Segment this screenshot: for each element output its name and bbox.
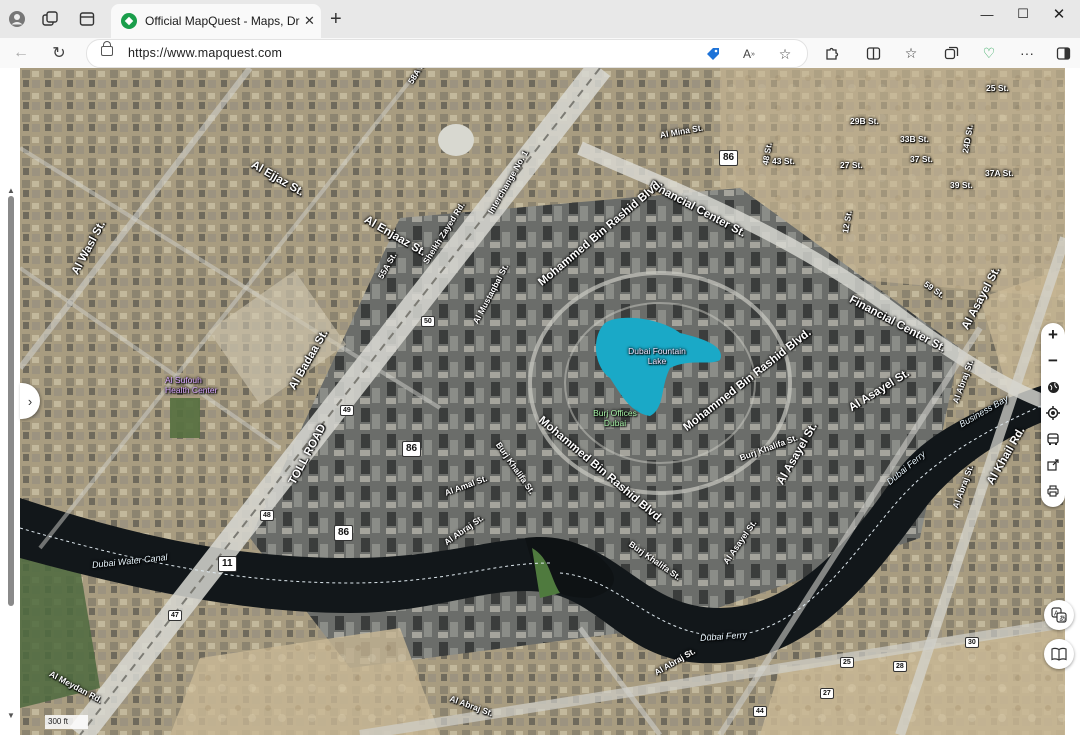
route-shield: 47 [168,610,182,621]
road-label: 37 St. [910,154,933,164]
lock-icon [101,41,113,56]
fountain-label: Dubai Fountain Lake [628,346,686,366]
road-label: 27 St. [840,160,863,170]
favorites-icon[interactable]: ☆ [899,41,923,65]
new-tab-icon[interactable]: + [330,9,342,29]
map-imagery [20,68,1065,735]
tab-title: Official MapQuest - Maps, Driving [145,14,300,28]
translate-icon[interactable]: Aあ [1044,600,1074,630]
locate-icon[interactable] [1041,401,1065,425]
route-shield: 25 [840,657,854,668]
close-tab-icon[interactable]: ✕ [304,13,315,29]
road-label: 29B St. [850,116,879,126]
scroll-up-icon[interactable]: ▲ [7,186,15,195]
page-viewport: ▲ ▼ 58A St. Al Mina St. Financial Center… [0,68,1080,735]
map-controls: + − [1041,323,1065,507]
address-bar: ← ↻ https://www.mapquest.com A» ☆ ☆ ♡ ··… [0,38,1080,68]
globe-icon[interactable] [1041,375,1065,399]
zoom-in-icon[interactable]: + [1041,323,1065,347]
profile-icon[interactable] [4,6,30,32]
scrollbar[interactable] [8,196,14,606]
tab-bar: Official MapQuest - Maps, Driving ✕ + — … [0,0,1080,38]
right-rail [1065,68,1080,735]
tab-mapquest[interactable]: Official MapQuest - Maps, Driving ✕ [111,4,321,38]
route-shield: 49 [340,405,354,416]
read-aloud-icon[interactable]: A» [739,44,759,64]
satellite-map[interactable]: 58A St. Al Mina St. Financial Center St.… [20,68,1065,735]
url-field[interactable]: https://www.mapquest.com A» ☆ [86,39,808,68]
map-scale: 300 ft [45,715,88,729]
puzzle-icon[interactable] [820,41,844,65]
reader-icon[interactable] [1044,639,1074,669]
road-label: 39 St. [950,180,973,190]
route-shield: 27 [820,688,834,699]
collections-icon[interactable] [939,41,963,65]
park-label: Burj Offices Dubai [593,408,637,428]
route-shield: 86 [402,441,422,457]
tag-icon[interactable] [703,44,723,64]
route-shield: 86 [719,150,739,166]
close-window-icon[interactable]: ✕ [1036,0,1080,28]
route-shield: 44 [753,706,767,717]
split-screen-icon[interactable] [861,41,885,65]
print-icon[interactable] [1041,479,1065,503]
back-icon[interactable]: ← [9,41,33,65]
road-label: 37A St. [985,168,1014,178]
heart-icon[interactable]: ♡ [977,41,1001,65]
scroll-down-icon[interactable]: ▼ [7,711,15,720]
refresh-icon[interactable]: ↻ [47,41,71,65]
svg-text:あ: あ [1059,615,1066,623]
road-label: 43 St. [772,156,795,166]
sidebar-icon[interactable] [1051,41,1075,65]
star-icon[interactable]: ☆ [775,44,795,64]
route-shield: 28 [893,661,907,672]
health-center-label: Al Sufouh Health Center [165,375,218,395]
road-label: 33B St. [900,134,929,144]
route-shield: 30 [965,637,979,648]
route-shield: 11 [218,556,237,572]
workspaces-icon[interactable] [37,6,63,32]
tab-actions-icon[interactable] [74,6,100,32]
more-icon[interactable]: ··· [1015,41,1039,65]
traffic-icon[interactable] [1041,427,1065,451]
route-shield: 50 [421,316,435,327]
route-shield: 48 [260,510,274,521]
url-text: https://www.mapquest.com [128,46,283,60]
share-icon[interactable] [1041,453,1065,477]
mapquest-logo-icon [121,13,137,29]
left-scroll-rail: ▲ ▼ [0,68,20,735]
road-label: 25 St. [986,83,1009,93]
route-shield: 86 [334,525,354,541]
zoom-out-icon[interactable]: − [1041,349,1065,373]
